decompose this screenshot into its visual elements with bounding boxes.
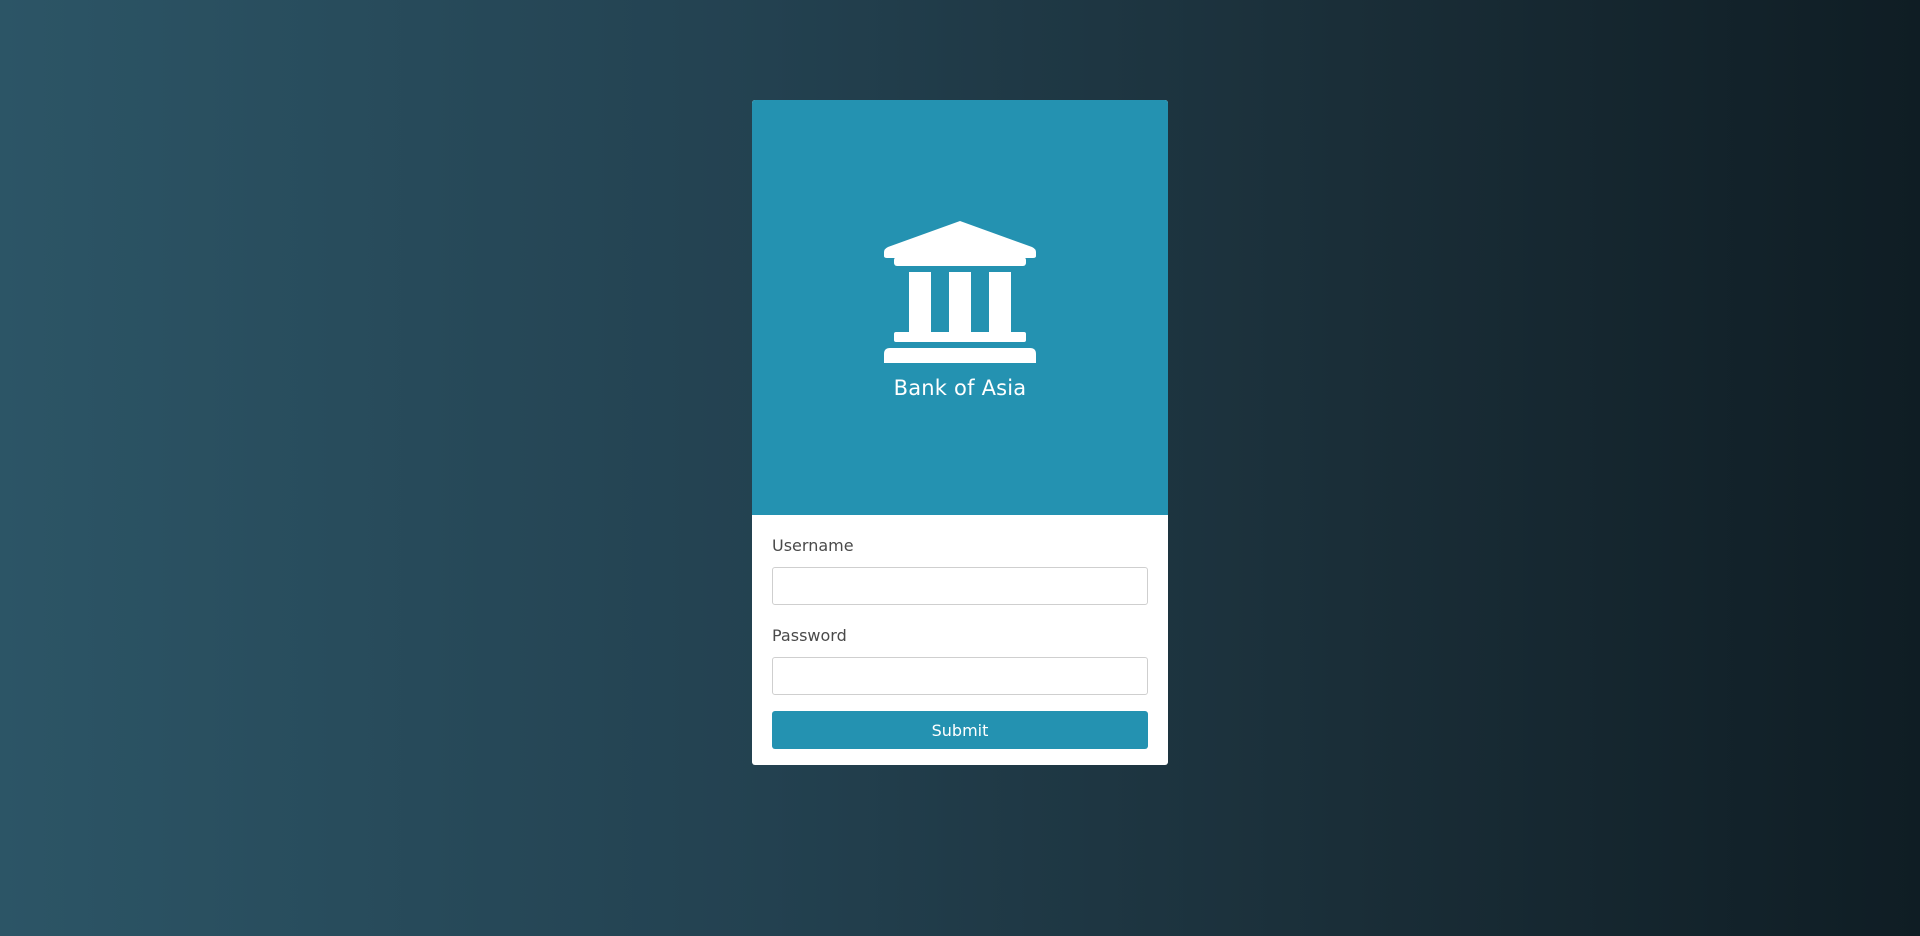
- login-form: Username Password Submit: [752, 515, 1168, 749]
- login-card: Bank of Asia Username Password Submit: [752, 100, 1168, 765]
- bank-name: Bank of Asia: [893, 376, 1027, 400]
- brand-header: Bank of Asia: [752, 100, 1168, 515]
- username-label: Username: [772, 536, 854, 555]
- password-input[interactable]: [772, 657, 1148, 695]
- bank-building-icon: [884, 221, 1036, 363]
- password-label: Password: [772, 626, 847, 645]
- username-input[interactable]: [772, 567, 1148, 605]
- submit-button[interactable]: Submit: [772, 711, 1148, 749]
